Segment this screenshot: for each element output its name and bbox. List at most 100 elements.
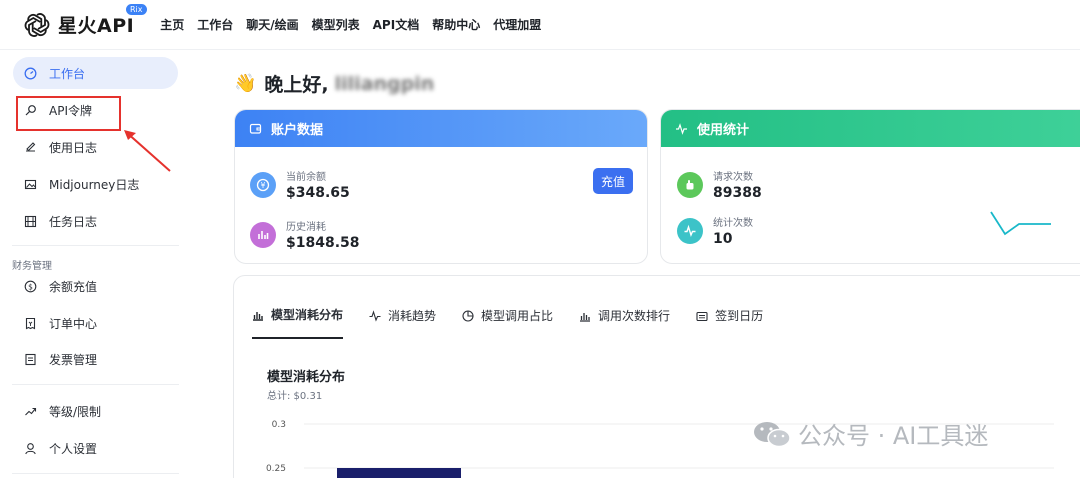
tab-label: 消耗趋势: [388, 309, 437, 323]
sidebar-item-label: 余额充值: [49, 279, 98, 294]
sidebar-item-label: 工作台: [49, 66, 86, 81]
sidebar-item-balance-recharge[interactable]: $ 余额充值: [13, 270, 178, 302]
username: liliangpin: [334, 72, 435, 95]
chart-tabs: 模型消耗分布 消耗趋势 模型调用占比 调用次数排行 签到日历: [252, 306, 789, 339]
pulse-icon: [369, 309, 381, 322]
balance-label: 当前余额: [286, 172, 326, 183]
brand-name: 星火API: [58, 15, 135, 37]
chart-bar[interactable]: [337, 468, 461, 478]
pie-chart-icon: [462, 309, 474, 322]
nav-home[interactable]: 主页: [160, 16, 184, 33]
hand-icon: [677, 171, 703, 198]
bar-chart-icon: [252, 309, 264, 321]
sidebar-divider: [12, 473, 179, 474]
greeting-text: 晚上好,: [264, 74, 329, 96]
recharge-button[interactable]: 充值: [593, 168, 633, 194]
svg-text:¥: ¥: [261, 181, 266, 190]
tab-label: 签到日历: [715, 309, 764, 323]
tab-model-call-ratio[interactable]: 模型调用占比: [462, 306, 553, 339]
brand-logo[interactable]: 星火API Rix: [24, 0, 147, 50]
nav-workbench[interactable]: 工作台: [197, 16, 233, 33]
sidebar-item-level-limit[interactable]: 等级/限制: [13, 395, 178, 427]
sidebar-item-invoice[interactable]: 发票管理: [13, 343, 178, 375]
dashboard-icon: [23, 66, 37, 80]
y-tick-label: 0.25: [266, 464, 286, 474]
tab-label: 模型消耗分布: [271, 308, 344, 322]
sidebar-item-personal-settings[interactable]: 个人设置: [13, 432, 178, 464]
spent-stat: 历史消耗 $1848.58: [250, 218, 360, 251]
user-icon: [23, 441, 37, 455]
chart-title: 模型消耗分布: [267, 370, 346, 385]
sparkline-icon: [990, 211, 1051, 236]
requests-label: 请求次数: [713, 172, 753, 183]
sidebar-item-label: 订单中心: [49, 316, 98, 331]
brand-badge: Rix: [126, 3, 147, 15]
wallet-icon: [249, 122, 263, 136]
wechat-icon: [754, 421, 791, 447]
account-card-title: 账户数据: [271, 123, 324, 138]
receipt-icon: [23, 316, 37, 330]
requests-value: 89388: [713, 185, 762, 201]
usage-stats-card: 使用统计 请求次数 89388 统计次数 10: [660, 109, 1080, 264]
nav-api-docs[interactable]: API文档: [373, 16, 420, 33]
coin-icon: $: [23, 279, 37, 293]
sidebar-item-midjourney-log[interactable]: Midjourney日志: [13, 168, 178, 200]
watermark: 公众号 · AI工具迷: [752, 416, 988, 451]
nav-chat-draw[interactable]: 聊天/绘画: [246, 16, 298, 33]
top-navbar: 星火API Rix 主页 工作台 聊天/绘画 模型列表 API文档 帮助中心 代…: [0, 0, 1080, 50]
tab-label: 模型调用占比: [481, 309, 554, 323]
bar-chart-icon: [579, 310, 591, 322]
tab-consumption-trend[interactable]: 消耗趋势: [369, 306, 436, 339]
usage-card-header: 使用统计: [661, 110, 1080, 147]
sidebar-item-label: 个人设置: [49, 441, 98, 456]
wave-hand-icon: 👋: [234, 73, 257, 94]
sidebar-divider: [12, 384, 179, 385]
usage-card-title: 使用统计: [697, 123, 750, 138]
bar-chart-icon: [250, 221, 276, 248]
tab-model-consumption[interactable]: 模型消耗分布: [252, 306, 344, 339]
sidebar-item-label: 发票管理: [49, 352, 98, 367]
image-icon: [23, 177, 37, 191]
tab-call-ranking[interactable]: 调用次数排行: [579, 306, 670, 339]
requests-stat: 请求次数 89388: [677, 168, 762, 201]
sidebar-item-order-center[interactable]: 订单中心: [13, 307, 178, 339]
balance-stat: ¥ 当前余额 $348.65: [250, 168, 350, 201]
sidebar-item-workbench[interactable]: 工作台: [13, 57, 178, 89]
sidebar-item-label: 使用日志: [49, 140, 98, 155]
account-data-card: 账户数据 ¥ 当前余额 $348.65 充值 历史消耗 $1848.58: [234, 109, 648, 264]
tab-label: 调用次数排行: [598, 309, 671, 323]
key-icon: [23, 103, 37, 117]
pulse-icon: [675, 122, 689, 136]
tab-checkin-calendar[interactable]: 签到日历: [696, 306, 763, 339]
count-value: 10: [713, 231, 733, 247]
count-label: 统计次数: [713, 218, 753, 229]
sidebar-item-label: 任务日志: [49, 214, 98, 229]
spent-label: 历史消耗: [286, 222, 326, 233]
account-card-header: 账户数据: [235, 110, 647, 147]
watermark-text: 公众号 · AI工具迷: [798, 422, 989, 450]
sidebar: 工作台 API令牌 使用日志 Midjourney日志 任务日志 财务管理 $ …: [0, 50, 192, 478]
balance-coin-icon: ¥: [250, 171, 276, 198]
sidebar-item-api-token[interactable]: API令牌: [13, 94, 178, 126]
greeting: 👋 晚上好, liliangpin: [234, 70, 434, 97]
nav-model-list[interactable]: 模型列表: [312, 16, 360, 33]
sidebar-item-usage-log[interactable]: 使用日志: [13, 131, 178, 163]
pulse-icon: [677, 217, 703, 244]
y-tick-label: 0.3: [272, 420, 286, 430]
sidebar-divider: [12, 245, 179, 246]
trend-icon: [23, 404, 37, 418]
sidebar-item-label: API令牌: [49, 103, 92, 118]
openai-logo-icon: [24, 12, 50, 37]
nav-agent-join[interactable]: 代理加盟: [493, 16, 541, 33]
nav-help-center[interactable]: 帮助中心: [432, 16, 480, 33]
film-icon: [23, 214, 37, 228]
chart-subtitle: 总计: $0.31: [267, 391, 323, 402]
svg-text:$: $: [28, 282, 33, 291]
sidebar-item-task-log[interactable]: 任务日志: [13, 205, 178, 237]
balance-value: $348.65: [286, 185, 350, 201]
main-nav: 主页 工作台 聊天/绘画 模型列表 API文档 帮助中心 代理加盟: [160, 16, 554, 33]
invoice-icon: [23, 352, 37, 366]
log-icon: [23, 140, 37, 154]
sidebar-item-label: 等级/限制: [49, 404, 102, 419]
count-stat: 统计次数 10: [677, 214, 753, 247]
